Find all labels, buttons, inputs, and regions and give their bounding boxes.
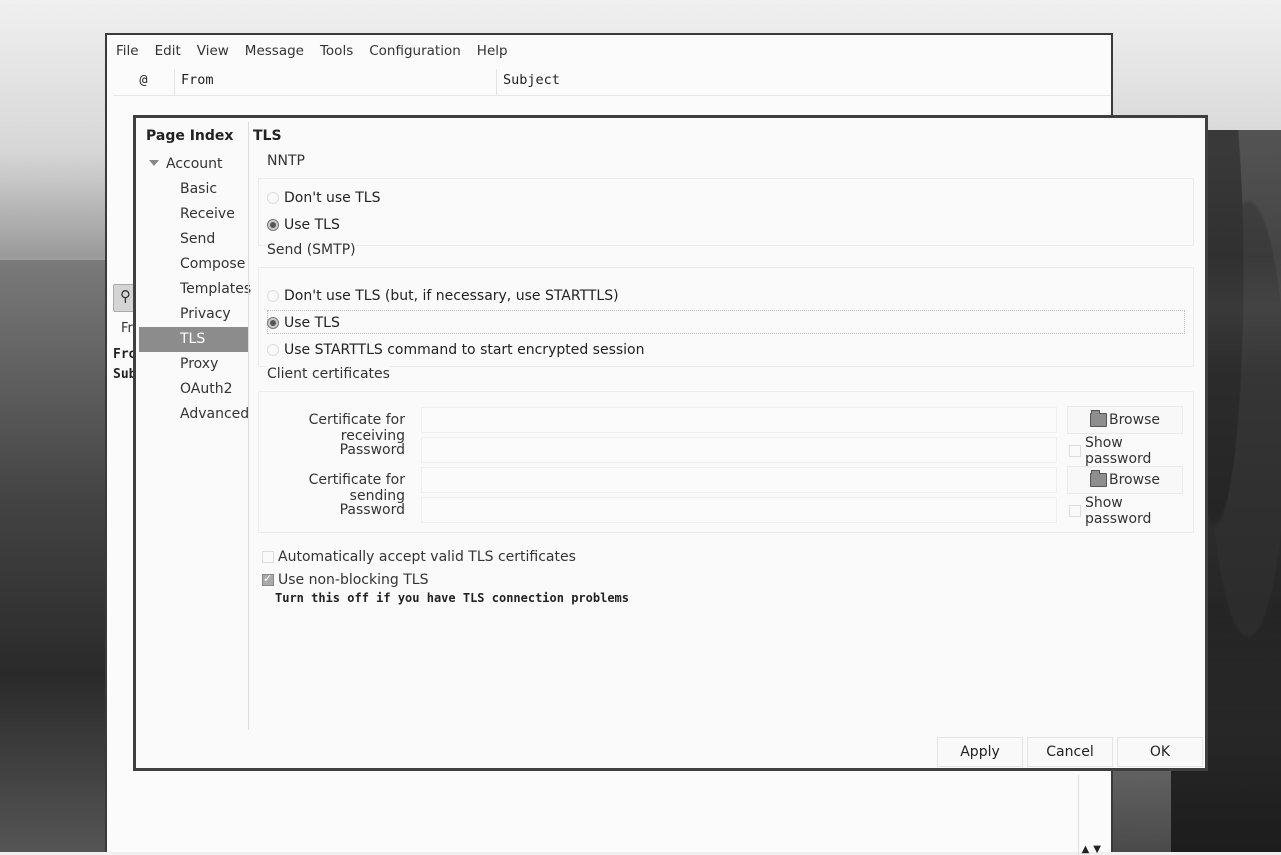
non-blocking-tls-checkbox[interactable]: Use non-blocking TLS — [262, 570, 428, 590]
cert-receiving-label: Certificate for receiving — [308, 412, 405, 444]
cert-sending-label: Certificate for sending — [308, 472, 405, 504]
browse-label: Browse — [1109, 472, 1160, 488]
client-certificates-group: Client certificates Certificate for rece… — [258, 366, 1194, 533]
tree-item-account[interactable]: Account — [139, 152, 249, 177]
column-header-subject[interactable]: Subject — [497, 69, 1111, 95]
menu-file[interactable]: File — [107, 35, 147, 67]
checkbox-checked[interactable] — [262, 572, 274, 586]
tree-item-privacy[interactable]: Privacy — [139, 302, 249, 327]
section-title: TLS — [253, 128, 282, 144]
menu-message[interactable]: Message — [237, 35, 312, 67]
tree-item-tls[interactable]: TLS — [139, 327, 249, 352]
folder-icon — [1090, 410, 1107, 427]
desktop-background-left — [0, 260, 106, 852]
smtp-group: Send (SMTP) Don't use TLS (but, if neces… — [258, 242, 1194, 367]
checkbox[interactable] — [262, 551, 274, 563]
password-sending-input[interactable] — [421, 497, 1057, 523]
auto-accept-certs-checkbox[interactable]: Automatically accept valid TLS certifica… — [262, 547, 576, 567]
cert-receiving-input[interactable] — [421, 407, 1057, 433]
password-sending-label: Password — [339, 502, 405, 518]
ok-button[interactable]: OK — [1117, 737, 1203, 767]
tree-item-account-label: Account — [166, 156, 223, 172]
nntp-use-tls-option[interactable]: Use TLS — [267, 214, 340, 236]
radio-button-selected[interactable] — [267, 219, 279, 231]
tree-item-compose[interactable]: Compose — [139, 252, 249, 277]
nntp-no-tls-option[interactable]: Don't use TLS — [267, 187, 380, 209]
nntp-group-title: NNTP — [267, 153, 305, 169]
checkbox[interactable] — [1069, 505, 1081, 517]
radio-button[interactable] — [267, 344, 279, 356]
browse-label: Browse — [1109, 412, 1160, 428]
password-receiving-input[interactable] — [421, 437, 1057, 463]
show-password-sending[interactable]: Show password — [1069, 495, 1193, 527]
message-list-header: @ From Subject — [113, 69, 1111, 96]
column-header-attachment[interactable]: @ — [113, 69, 175, 95]
browse-receiving-button[interactable]: Browse — [1067, 406, 1183, 434]
tree-item-receive[interactable]: Receive — [139, 202, 249, 227]
client-certificates-title: Client certificates — [267, 366, 390, 382]
radio-label: Don't use TLS — [284, 190, 381, 206]
page-index-title: Page Index — [146, 128, 234, 144]
folder-icon — [1090, 470, 1107, 487]
tree-item-basic[interactable]: Basic — [139, 177, 249, 202]
scrollbar[interactable]: ▲▼ — [1078, 775, 1109, 855]
menubar: File Edit View Message Tools Configurati… — [107, 35, 1111, 67]
radio-label: Use TLS — [284, 315, 340, 331]
smtp-starttls-option[interactable]: Use STARTTLS command to start encrypted … — [267, 339, 645, 361]
expand-arrow-icon[interactable] — [149, 160, 159, 166]
menu-configuration[interactable]: Configuration — [361, 35, 469, 67]
non-blocking-label: Use non-blocking TLS — [278, 572, 429, 588]
smtp-group-title: Send (SMTP) — [267, 242, 356, 258]
show-password-receiving[interactable]: Show password — [1069, 435, 1193, 467]
smtp-use-tls-option[interactable]: Use TLS — [267, 312, 340, 334]
pane-divider[interactable] — [248, 122, 249, 730]
cert-sending-input[interactable] — [421, 467, 1057, 493]
show-password-label: Show password — [1084, 495, 1152, 527]
account-preferences-dialog: Page Index Account Basic Receive Send Co… — [133, 115, 1208, 771]
radio-button[interactable] — [267, 192, 279, 204]
browse-sending-button[interactable]: Browse — [1067, 466, 1183, 494]
radio-label: Use STARTTLS command to start encrypted … — [284, 342, 645, 358]
menu-help[interactable]: Help — [469, 35, 516, 67]
non-blocking-hint: Turn this off if you have TLS connection… — [275, 591, 630, 605]
scroll-arrows-icon[interactable]: ▲▼ — [1082, 844, 1105, 855]
password-receiving-label: Password — [339, 442, 405, 458]
tree-item-send[interactable]: Send — [139, 227, 249, 252]
tree-item-advanced[interactable]: Advanced — [139, 402, 249, 427]
partial-label: Fr — [121, 321, 133, 336]
tree-item-proxy[interactable]: Proxy — [139, 352, 249, 377]
show-password-label: Show password — [1084, 435, 1152, 467]
column-header-from[interactable]: From — [175, 69, 497, 95]
checkbox[interactable] — [1069, 445, 1081, 457]
menu-tools[interactable]: Tools — [312, 35, 361, 67]
focus-outline — [267, 310, 1185, 334]
nntp-group: NNTP Don't use TLS Use TLS — [258, 153, 1194, 246]
radio-button-selected[interactable] — [267, 317, 279, 329]
tree-item-oauth2[interactable]: OAuth2 — [139, 377, 249, 402]
cancel-button[interactable]: Cancel — [1027, 737, 1113, 767]
apply-button[interactable]: Apply — [937, 737, 1023, 767]
radio-label: Don't use TLS (but, if necessary, use ST… — [284, 288, 619, 304]
radio-button[interactable] — [267, 290, 279, 302]
tree-item-templates[interactable]: Templates — [139, 277, 251, 302]
smtp-no-tls-option[interactable]: Don't use TLS (but, if necessary, use ST… — [267, 285, 619, 307]
radio-label: Use TLS — [284, 217, 340, 233]
menu-view[interactable]: View — [189, 35, 237, 67]
menu-edit[interactable]: Edit — [147, 35, 189, 67]
page-index-tree: Account Basic Receive Send Compose Templ… — [139, 152, 251, 427]
auto-accept-label: Automatically accept valid TLS certifica… — [278, 549, 576, 565]
